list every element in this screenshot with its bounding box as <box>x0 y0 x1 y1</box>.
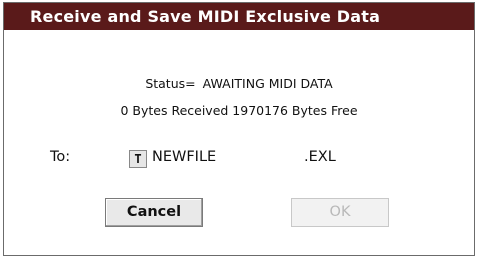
ok-button[interactable]: OK <box>291 198 389 227</box>
file-extension: .EXL <box>304 149 336 165</box>
dialog-title: Receive and Save MIDI Exclusive Data <box>4 3 474 30</box>
cancel-button[interactable]: Cancel <box>105 198 203 227</box>
text-edit-button[interactable]: T <box>129 150 147 168</box>
receive-save-dialog: Receive and Save MIDI Exclusive Data Sta… <box>3 2 475 256</box>
status-line: Status= AWAITING MIDI DATA <box>4 76 474 91</box>
status-label: Status= <box>145 76 196 91</box>
to-label: To: <box>50 149 71 165</box>
bytes-info: 0 Bytes Received 1970176 Bytes Free <box>120 103 358 118</box>
status-value: AWAITING MIDI DATA <box>202 76 333 91</box>
filename-field[interactable]: NEWFILE <box>152 149 216 165</box>
